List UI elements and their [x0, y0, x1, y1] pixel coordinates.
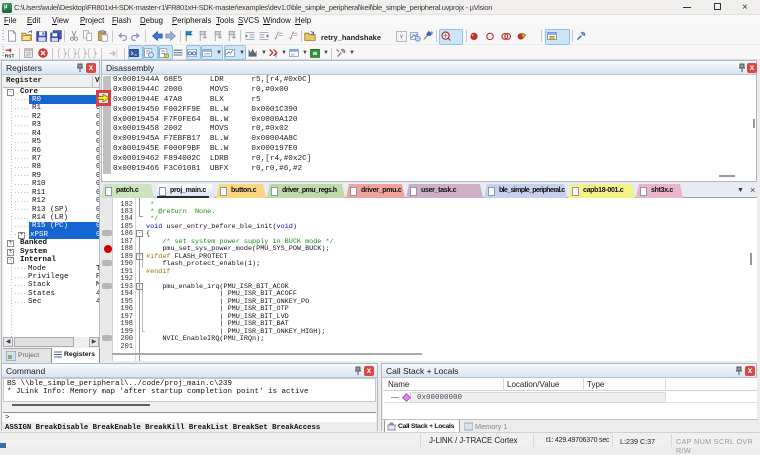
svg-text:RST: RST — [5, 53, 15, 59]
svg-text:t: t — [275, 53, 277, 59]
